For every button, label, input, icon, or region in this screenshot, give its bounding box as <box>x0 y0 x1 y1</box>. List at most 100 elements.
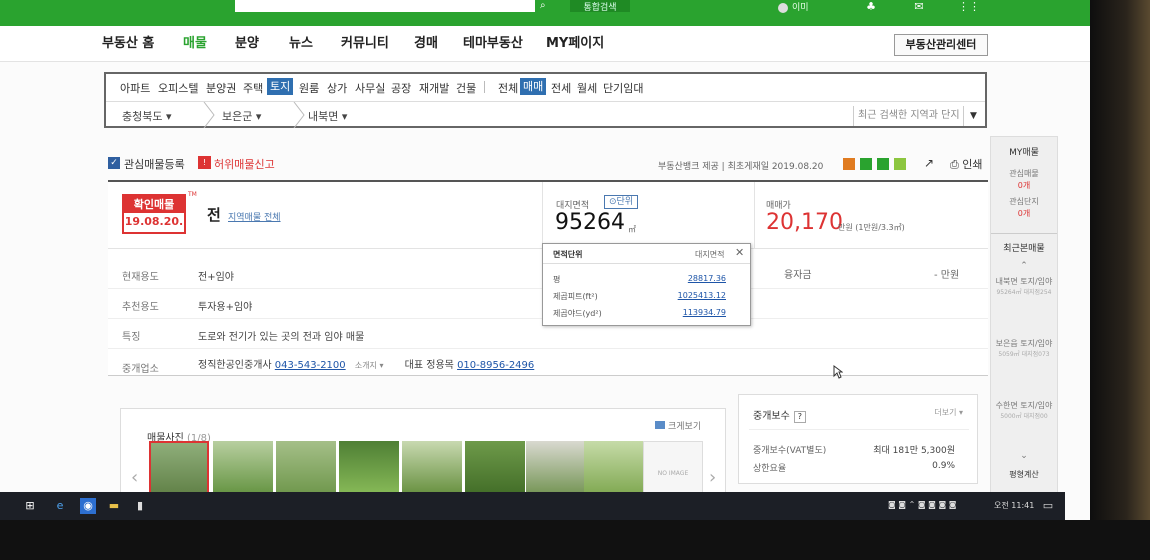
help-icon[interactable]: ? <box>793 411 806 423</box>
app-icon[interactable]: ◉ <box>80 498 96 514</box>
deal-monthly[interactable]: 월세 <box>577 80 597 96</box>
nav-listings[interactable]: 매물 <box>183 32 207 51</box>
chevron-right-icon[interactable]: › <box>709 467 716 488</box>
chevron-up-icon[interactable]: ⌃ <box>993 261 1055 271</box>
taskbar: ⊞ e ◉ ▬ ▮ ◙ ◙ ⌃ ◙ ◙ ◙ ◙ 오전 11:41 ▭ <box>0 492 1065 520</box>
report-button[interactable]: 허위매물신고 <box>214 156 275 172</box>
nav-auction[interactable]: 경매 <box>414 32 438 51</box>
nav-presale[interactable]: 분양 <box>235 32 259 51</box>
category-building[interactable]: 건물 <box>456 80 476 96</box>
search-input[interactable] <box>235 0 535 12</box>
badge-icon <box>843 158 855 170</box>
nav-news[interactable]: 뉴스 <box>289 32 313 51</box>
photo-thumb[interactable] <box>149 441 209 499</box>
agent-more-label: 소개지 <box>354 361 377 370</box>
enlarge-label: 크게보기 <box>668 422 702 432</box>
document-icon[interactable]: ▮ <box>132 498 148 514</box>
search-icon[interactable]: ⌕ <box>540 0 562 12</box>
deal-shortterm[interactable]: 단기임대 <box>603 80 643 96</box>
category-factory[interactable]: 공장 <box>391 80 411 96</box>
area-calc-link[interactable]: 평형계산 <box>993 469 1055 480</box>
login-button[interactable]: 통합검색 <box>570 0 630 13</box>
verified-date: 19.08.20. <box>124 215 184 228</box>
category-land[interactable]: 토지 <box>267 78 294 95</box>
rep-phone-link[interactable]: 010-8956-2496 <box>457 360 534 371</box>
unit-sqyd-value[interactable]: 113934.79 <box>683 308 726 317</box>
category-officetel[interactable]: 오피스텔 <box>158 80 198 96</box>
complex-count: 0개 <box>1017 209 1031 218</box>
windows-start-icon[interactable]: ⊞ <box>22 498 38 514</box>
unit-pyeong-value[interactable]: 28817.36 <box>688 274 726 283</box>
photo-thumb[interactable] <box>584 441 644 499</box>
listing-tools: ✓ 관심매물등록 ! 허위매물신고 부동산뱅크 제공 | 최초게재일 2019.… <box>108 155 988 175</box>
fee-more-link[interactable]: 더보기 ▾ <box>934 407 963 418</box>
photo-thumb[interactable] <box>213 441 273 499</box>
agent-info: 정직한공인중개사 043-543-2100 소개지 ▾ 대표 정용목 010-8… <box>198 356 534 371</box>
nav-community[interactable]: 커뮤니티 <box>341 32 389 51</box>
price-value: 20,170 <box>766 210 843 235</box>
share-icon[interactable]: ↗ <box>924 156 934 170</box>
chevron-down-icon[interactable]: ▼ <box>963 106 983 126</box>
unit-sqft-value[interactable]: 1025413.12 <box>678 291 726 300</box>
check-badge-icon <box>860 158 872 170</box>
category-office[interactable]: 사무실 <box>355 80 385 96</box>
category-house[interactable]: 주택 <box>243 80 263 96</box>
interest-label[interactable]: 관심매물 <box>993 169 1055 179</box>
divider <box>484 81 485 93</box>
enlarge-button[interactable]: 크게보기 <box>655 419 701 432</box>
region-county[interactable]: 보은군 ▾ <box>222 108 261 124</box>
region-town[interactable]: 내북면 ▾ <box>308 108 347 124</box>
nav-theme[interactable]: 테마부동산 <box>463 32 523 51</box>
user-menu[interactable]: 이미 <box>778 0 838 13</box>
region-province-label: 충청북도 <box>122 110 163 123</box>
popup-title: 면적단위 <box>553 250 583 259</box>
region-province[interactable]: 충청북도 ▾ <box>122 108 172 124</box>
recent-item[interactable]: 보은읍 토지/임야 5059㎡ 대지점073 <box>993 339 1055 360</box>
photo-thumb[interactable] <box>339 441 399 499</box>
recent-item[interactable]: 내북면 토지/임야 95264㎡ 대지점254 <box>993 277 1055 298</box>
photo-thumb[interactable] <box>465 441 525 499</box>
ie-icon[interactable]: e <box>52 498 68 514</box>
photo-thumb[interactable] <box>526 441 586 499</box>
notification-icon[interactable]: ▭ <box>1040 498 1056 514</box>
nav-mypage[interactable]: MY페이지 <box>546 32 604 51</box>
verified-stamp: 확인매물 19.08.20. <box>122 194 186 234</box>
chevron-left-icon[interactable]: ‹ <box>131 467 138 488</box>
complex-label[interactable]: 관심단지 <box>993 197 1055 207</box>
print-button[interactable]: ⎙ 인쇄 <box>950 156 983 172</box>
agent-phone-link[interactable]: 043-543-2100 <box>275 360 346 371</box>
manager-center-button[interactable]: 부동산관리센터 <box>894 34 988 56</box>
category-redevelop[interactable]: 재개발 <box>419 80 449 96</box>
photo-thumb[interactable] <box>276 441 336 499</box>
folder-icon[interactable]: ▬ <box>106 498 122 514</box>
loan-value: - 만원 <box>934 270 960 281</box>
agent-more[interactable]: 소개지 ▾ <box>355 361 384 370</box>
favorite-button[interactable]: 관심매물등록 <box>124 156 185 172</box>
category-presale-right[interactable]: 분양권 <box>206 80 236 96</box>
clock[interactable]: 오전 11:41 <box>994 500 1034 511</box>
category-oneroom[interactable]: 원룸 <box>299 80 319 96</box>
unit-toggle-button[interactable]: ⊙단위 <box>604 195 638 209</box>
recent-search-select[interactable]: 최근 검색한 지역과 단지 ▼ <box>853 106 983 126</box>
close-icon[interactable]: ✕ <box>735 246 744 259</box>
tray-icons[interactable]: ◙ ◙ ⌃ ◙ ◙ ◙ ◙ <box>888 500 957 509</box>
unit-sqft-label: 제곱피트(ft²) <box>553 292 598 301</box>
divider <box>749 429 969 430</box>
bell-icon[interactable]: ♣ <box>862 0 880 13</box>
chevron-down-icon[interactable]: ⌄ <box>993 451 1055 461</box>
deal-sale[interactable]: 매매 <box>520 78 547 95</box>
mail-icon[interactable]: ✉ <box>910 0 928 13</box>
photo-thumb[interactable] <box>402 441 462 499</box>
grid-menu-icon[interactable]: ⋮⋮ <box>958 0 980 13</box>
category-store[interactable]: 상가 <box>327 80 347 96</box>
recent-item[interactable]: 수한면 토지/임야 5000㎡ 대지점00 <box>993 401 1055 422</box>
deal-all[interactable]: 전체 <box>498 80 518 96</box>
deal-jeonse[interactable]: 전세 <box>551 80 571 96</box>
rep-label: 대표 <box>404 360 424 371</box>
nav-home[interactable]: 부동산 홈 <box>102 32 154 51</box>
feature-label: 특징 <box>122 332 141 343</box>
region-listings-link[interactable]: 지역매물 전체 <box>228 210 281 223</box>
category-apartment[interactable]: 아파트 <box>120 80 150 96</box>
fee-more-label: 더보기 <box>934 408 957 417</box>
checkbox-icon[interactable]: ✓ <box>108 157 120 169</box>
